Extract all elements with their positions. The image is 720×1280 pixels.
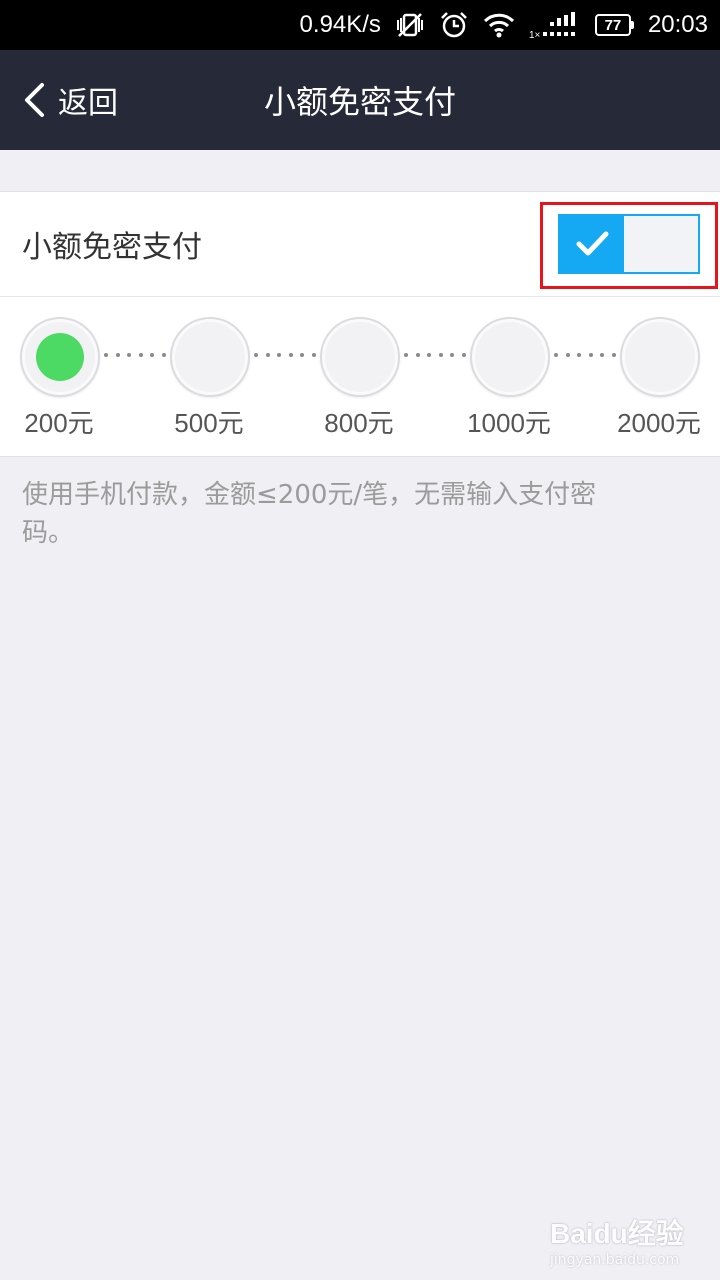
toggle-knob (622, 216, 698, 272)
amount-label: 1000元 (467, 408, 551, 438)
nav-bar: 返回 小额免密支付 (0, 50, 720, 150)
small-payment-toggle[interactable] (558, 214, 700, 274)
watermark-url: jingyan.baidu.com (550, 1252, 680, 1268)
baidu-watermark: Baidu经验 jingyan.baidu.com (550, 1212, 700, 1272)
wifi-icon (483, 12, 515, 38)
dotted-connector (104, 352, 166, 358)
signal-icon: 1× (529, 10, 581, 40)
alarm-icon (439, 10, 469, 40)
svg-text:1×: 1× (529, 30, 541, 40)
clock: 20:03 (647, 11, 708, 38)
amount-option-2000[interactable] (620, 317, 700, 397)
amount-option-1000[interactable] (470, 317, 550, 397)
payment-note: 使用手机付款，金额≤200元/笔，无需输入支付密码。 (22, 480, 597, 548)
amount-selector: 200元 500元 800元 1000元 2000元 (0, 297, 720, 457)
amount-label: 2000元 (617, 408, 701, 438)
chevron-left-icon (25, 83, 44, 117)
back-label: 返回 (58, 86, 118, 121)
check-icon (576, 231, 609, 256)
amount-option-500[interactable] (170, 317, 250, 397)
selected-dot (36, 333, 84, 381)
battery-level: 77 (594, 14, 631, 36)
vibrate-off-icon (395, 11, 425, 39)
toggle-label: 小额免密支付 (22, 230, 202, 265)
settings-row-small-payment: 小额免密支付 (0, 191, 720, 297)
amount-option-800[interactable] (320, 317, 400, 397)
watermark-brand: Baidu经验 (550, 1218, 684, 1249)
net-speed: 0.94K/s (299, 11, 381, 38)
amount-option-200[interactable] (20, 317, 100, 397)
amount-label: 500元 (174, 408, 244, 438)
dotted-connector (404, 352, 466, 358)
dotted-connector (554, 352, 616, 358)
amount-label: 200元 (24, 408, 94, 438)
back-button[interactable]: 返回 (22, 50, 118, 150)
amount-label: 800元 (324, 408, 394, 438)
battery-icon: 77 (594, 14, 634, 36)
dotted-connector (254, 352, 316, 358)
status-bar: 0.94K/s 1× 77 20:03 (0, 0, 720, 50)
